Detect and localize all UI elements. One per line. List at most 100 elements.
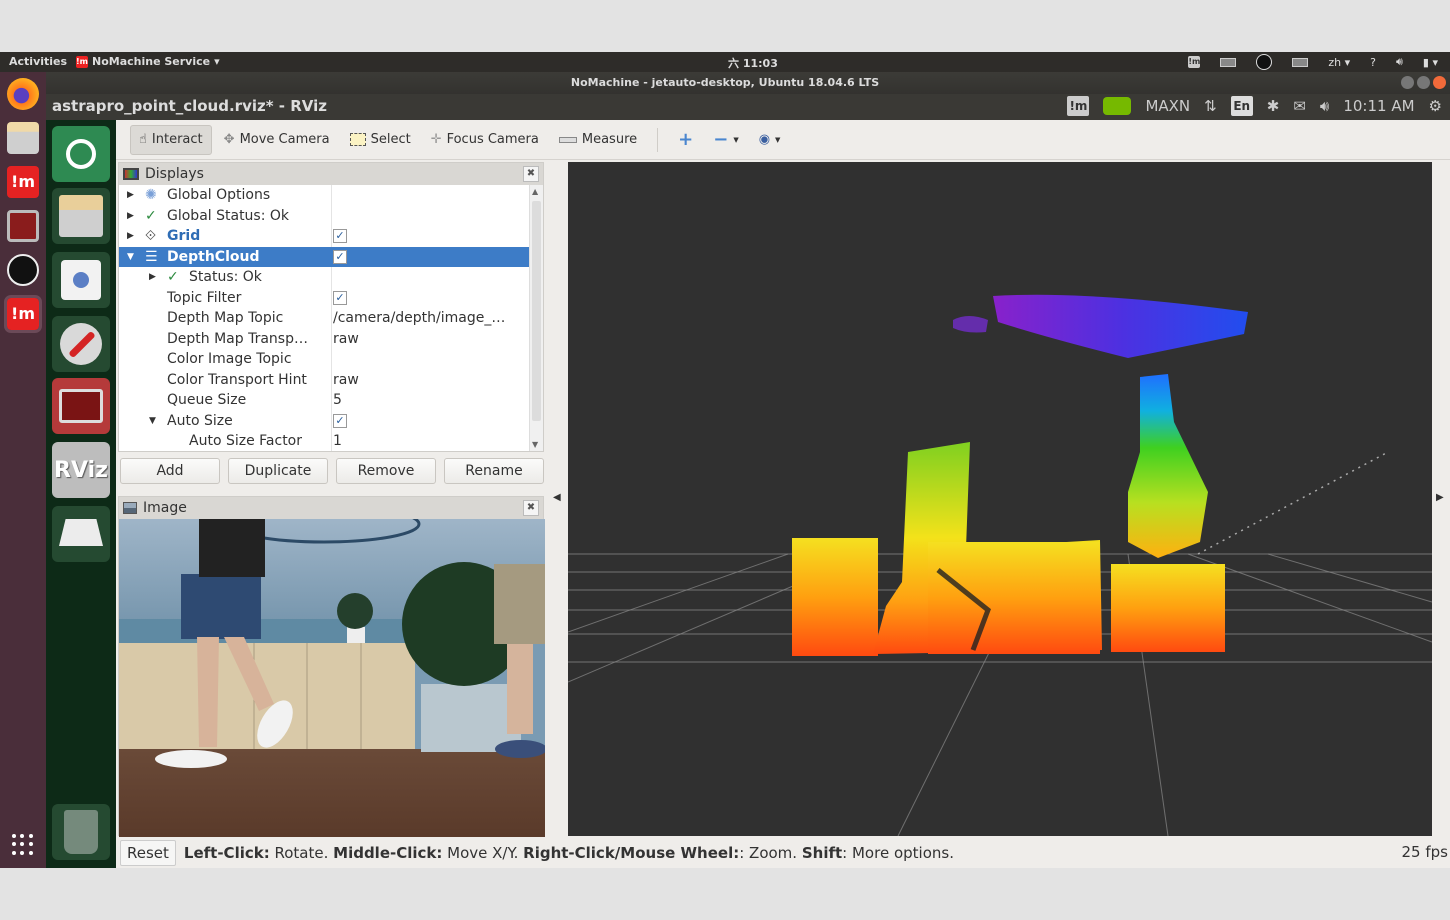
displays-buttons: Add Duplicate Remove Rename	[120, 458, 544, 484]
nomachine-active-icon[interactable]: !m	[4, 295, 42, 333]
volume-icon[interactable]: 🔊︎	[1396, 55, 1403, 69]
expand-arrow-icon[interactable]: ▼	[127, 247, 134, 268]
add-tool-button[interactable]: +	[670, 125, 701, 155]
language-menu[interactable]: zh ▾	[1328, 56, 1350, 69]
tool-measure[interactable]: Measure	[551, 125, 645, 155]
nomachine-icon[interactable]: !m	[7, 166, 39, 198]
power-settings-icon[interactable]: ⚙	[1429, 97, 1442, 115]
trash-icon[interactable]	[52, 804, 110, 860]
display-row[interactable]: ▼ Auto Size ✓	[119, 411, 529, 432]
display-row[interactable]: Depth Map Transp… raw	[119, 329, 529, 350]
collapse-arrow-icon[interactable]: ▶	[149, 267, 156, 288]
display-row[interactable]: ▶ ✺ Global Options	[119, 185, 529, 206]
display-row[interactable]: ▶ ✓ Global Status: Ok	[119, 206, 529, 227]
mail-icon[interactable]: ✉	[1293, 97, 1306, 115]
remove-tool-button[interactable]: − ▼	[705, 125, 746, 155]
display-row-value[interactable]: raw	[333, 329, 359, 350]
displays-scrollbar[interactable]: ▲ ▼	[529, 185, 543, 451]
collapse-arrow-icon[interactable]: ▶	[127, 206, 134, 227]
minimize-button[interactable]	[1401, 76, 1414, 89]
display-row-value[interactable]: 1	[333, 431, 342, 451]
nomachine-service-menu[interactable]: !m NoMachine Service ▾	[76, 55, 220, 68]
collapse-arrow-icon[interactable]: ▶	[127, 226, 134, 247]
display-row[interactable]: ▶ ⟐ Grid ✓	[119, 226, 529, 247]
nomachine-window-titlebar: NoMachine - jetauto-desktop, Ubuntu 18.0…	[0, 72, 1450, 94]
nomachine-indicator-icon[interactable]: !m	[1067, 96, 1090, 116]
close-icon[interactable]: ✖	[523, 500, 539, 516]
keyboard-icon[interactable]	[1220, 57, 1237, 67]
scroll-down-icon[interactable]: ▼	[532, 440, 538, 449]
rename-button[interactable]: Rename	[444, 458, 544, 484]
help-icon[interactable]: ?	[1370, 56, 1376, 69]
battery-icon[interactable]: ▮ ▾	[1423, 56, 1438, 69]
files-icon[interactable]	[7, 122, 39, 154]
ubuntu-home-icon[interactable]	[52, 126, 110, 182]
maximize-button[interactable]	[1417, 76, 1430, 89]
software-center-icon[interactable]	[52, 252, 110, 308]
display-checkbox[interactable]: ✓	[333, 290, 347, 305]
nvidia-icon[interactable]	[1103, 97, 1132, 115]
show-applications-icon[interactable]	[12, 834, 34, 856]
camera-image	[119, 519, 545, 837]
tool-label: Interact	[151, 132, 203, 147]
gear-icon: ✺	[145, 187, 157, 203]
remote-desktop-icon[interactable]	[52, 378, 110, 434]
display-row[interactable]: ▶ ✓ Status: Ok	[119, 267, 529, 288]
duplicate-button[interactable]: Duplicate	[228, 458, 328, 484]
display-row[interactable]: Queue Size 5	[119, 390, 529, 411]
3d-view[interactable]	[568, 162, 1432, 836]
grid-icon: ⟐	[145, 228, 157, 244]
display-row[interactable]: Color Image Topic	[119, 349, 529, 370]
obs-icon[interactable]	[7, 254, 39, 286]
display-row[interactable]: ▼ ☰ DepthCloud ✓	[119, 246, 529, 268]
files-icon[interactable]	[52, 188, 110, 244]
display-row[interactable]: Depth Map Topic/camera/depth/image_…	[119, 308, 529, 329]
activities-button[interactable]: Activities	[9, 55, 67, 68]
firefox-icon[interactable]	[7, 78, 39, 110]
second-person-leg	[507, 644, 533, 734]
tool-move-camera[interactable]: ✥ Move Camera	[216, 125, 338, 155]
tool-select[interactable]: Select	[342, 125, 419, 155]
rviz-icon[interactable]: RViz	[52, 442, 110, 498]
scrollbar-thumb[interactable]	[532, 201, 541, 421]
remove-button[interactable]: Remove	[336, 458, 436, 484]
display-checkbox[interactable]: ✓	[333, 249, 347, 264]
drive-icon[interactable]	[52, 506, 110, 562]
reset-button[interactable]: Reset	[120, 840, 176, 866]
scroll-up-icon[interactable]: ▲	[532, 187, 538, 196]
close-button[interactable]	[1433, 76, 1446, 89]
tool-interact[interactable]: ☝ Interact	[130, 124, 212, 155]
tool-focus-camera[interactable]: ✛ Focus Camera	[423, 125, 547, 155]
expand-arrow-icon[interactable]: ▼	[149, 411, 156, 432]
display-row[interactable]: Auto Size Factor 1	[119, 431, 529, 451]
volume-icon[interactable]: 🔊︎	[1320, 97, 1329, 115]
display-row-value[interactable]: 5	[333, 390, 342, 411]
keyboard-icon-2[interactable]	[1292, 57, 1309, 67]
collapse-left-panel-icon[interactable]: ◀	[553, 492, 561, 503]
grid-line	[1267, 553, 1432, 603]
display-row-label: Grid	[167, 228, 201, 244]
remote-desktop-icon[interactable]	[7, 210, 39, 242]
nomachine-tray-icon[interactable]: !m	[1188, 56, 1201, 68]
network-icon[interactable]: ⇅	[1204, 97, 1217, 115]
rviz-toolbar: ☝ Interact ✥ Move Camera Select ✛ Focus …	[116, 120, 1450, 160]
host-clock[interactable]: 六 11:03	[728, 55, 778, 71]
display-row-value[interactable]: /camera/depth/image_…	[333, 308, 505, 329]
display-row[interactable]: Topic Filter ✓	[119, 288, 529, 309]
add-button[interactable]: Add	[120, 458, 220, 484]
power-mode-indicator[interactable]: MAXN	[1145, 97, 1190, 115]
bluetooth-icon[interactable]: ✱	[1267, 97, 1280, 115]
input-method-indicator[interactable]: En	[1230, 96, 1253, 116]
display-row-value[interactable]: raw	[333, 370, 359, 391]
system-settings-icon[interactable]	[52, 316, 110, 372]
obs-tray-icon[interactable]	[1256, 54, 1273, 70]
remote-clock[interactable]: 10:11 AM	[1343, 97, 1414, 115]
display-checkbox[interactable]: ✓	[333, 229, 347, 243]
status-hint: Left-Click: Rotate. Middle-Click: Move X…	[184, 844, 954, 862]
display-row[interactable]: Color Transport Hint raw	[119, 370, 529, 391]
close-icon[interactable]: ✖	[523, 166, 539, 182]
collapse-right-panel-icon[interactable]: ▶	[1436, 492, 1444, 503]
collapse-arrow-icon[interactable]: ▶	[127, 185, 134, 206]
display-checkbox[interactable]: ✓	[333, 413, 347, 428]
panels-visibility-button[interactable]: ◉ ▼	[751, 125, 789, 155]
